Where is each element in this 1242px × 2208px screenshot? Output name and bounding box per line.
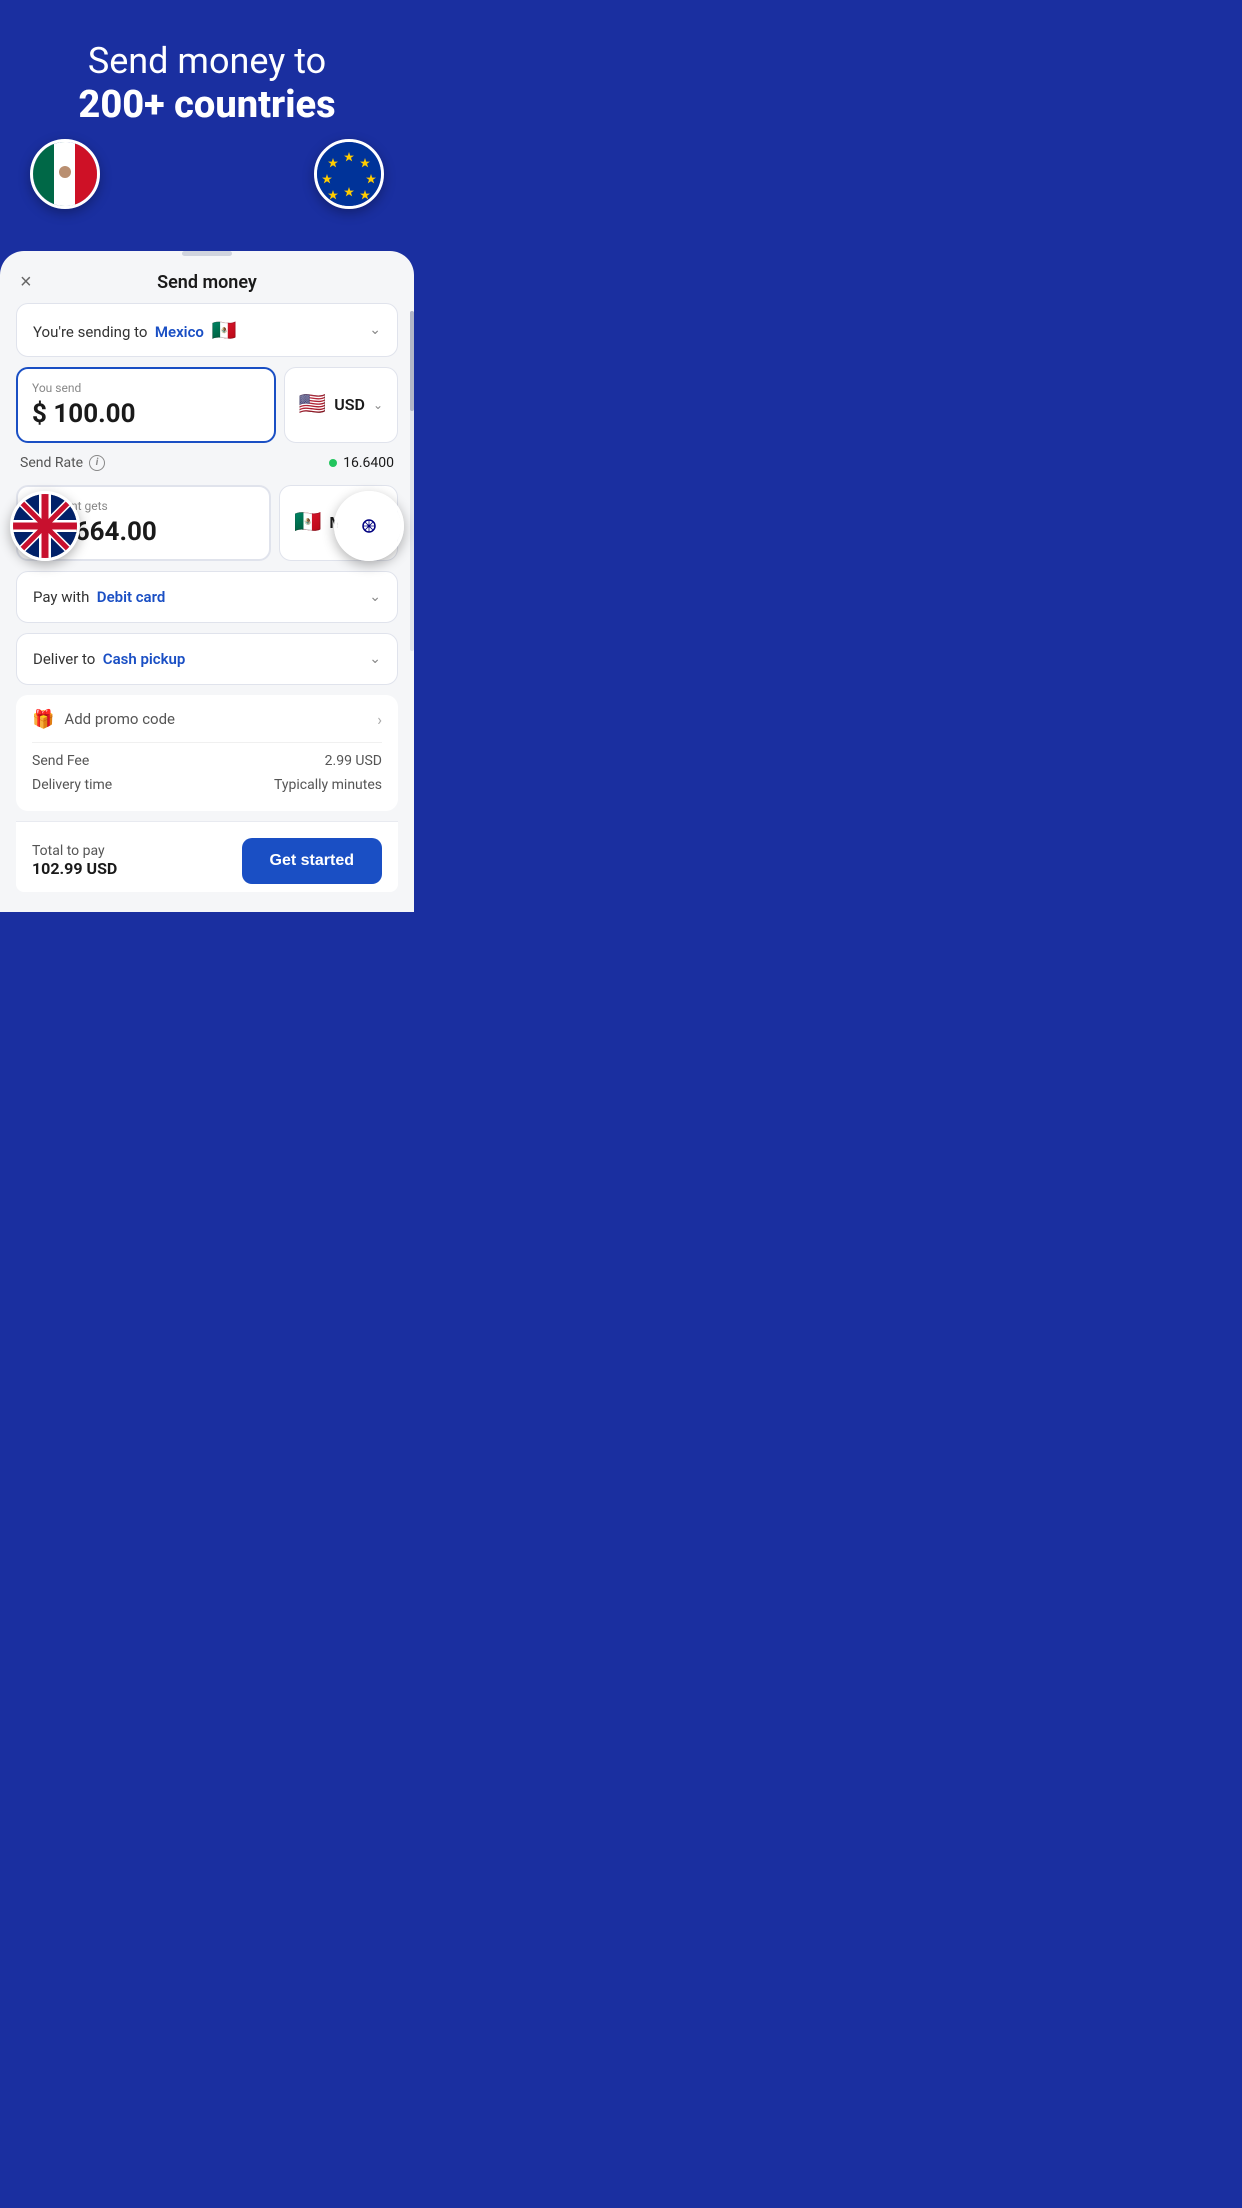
send-rate-value: 16.6400 — [329, 455, 394, 471]
send-fee-label: Send Fee — [32, 753, 89, 769]
deliver-to-selector[interactable]: Deliver to Cash pickup ⌄ — [16, 633, 398, 685]
chevron-down-icon: ⌄ — [369, 322, 381, 338]
destination-selector[interactable]: You're sending to Mexico 🇲🇽 ⌄ — [16, 303, 398, 357]
you-send-box[interactable]: You send $ 100.00 — [16, 367, 276, 443]
amount-row: You send $ 100.00 🇺🇸 USD ⌄ — [16, 367, 398, 443]
mexico-flag-top — [30, 139, 100, 209]
card-section-wrapper: × Send money You're sending to Mexico 🇲🇽… — [0, 251, 414, 912]
uk-flag-bottom — [10, 491, 80, 561]
hero-line1: Send money to — [20, 40, 394, 83]
gift-icon: 🎁 — [32, 709, 54, 730]
send-fee-row: Send Fee 2.99 USD — [32, 743, 382, 773]
recipient-currency-flag: 🇲🇽 — [294, 510, 321, 535]
get-started-button[interactable]: Get started — [242, 838, 382, 884]
delivery-time-row: Delivery time Typically minutes — [32, 773, 382, 797]
india-flag-bottom — [334, 491, 404, 561]
scrollbar-track[interactable] — [410, 311, 414, 651]
info-icon[interactable]: i — [89, 455, 105, 471]
delivery-time-label: Delivery time — [32, 777, 112, 793]
destination-country: Mexico — [155, 323, 204, 341]
pay-with-method: Debit card — [97, 588, 166, 606]
you-send-label: You send — [32, 381, 260, 395]
promo-fees-section: 🎁 Add promo code › Send Fee 2.99 USD Del… — [16, 695, 398, 811]
deliver-to-method: Cash pickup — [103, 650, 186, 668]
total-label: Total to pay — [32, 843, 117, 859]
send-money-card: × Send money You're sending to Mexico 🇲🇽… — [0, 251, 414, 912]
send-currency-chevron: ⌄ — [373, 398, 383, 412]
eu-flag-top — [314, 139, 384, 209]
card-body: You're sending to Mexico 🇲🇽 ⌄ You send $… — [0, 303, 414, 892]
send-currency-flag: 🇺🇸 — [299, 392, 326, 417]
promo-row[interactable]: 🎁 Add promo code › — [32, 709, 382, 743]
promo-label: Add promo code — [64, 710, 175, 728]
rate-green-dot — [329, 459, 337, 467]
hero-line2: 200+ countries — [20, 83, 394, 129]
you-send-amount: $ 100.00 — [32, 399, 260, 429]
deliver-to-chevron-icon: ⌄ — [369, 651, 381, 667]
total-section: Total to pay 102.99 USD — [32, 843, 117, 878]
send-currency-selector[interactable]: 🇺🇸 USD ⌄ — [284, 367, 398, 443]
deliver-to-label: Deliver to Cash pickup — [33, 650, 185, 668]
pay-with-label: Pay with Debit card — [33, 588, 165, 606]
card-header: × Send money — [0, 256, 414, 303]
destination-flag: 🇲🇽 — [212, 318, 237, 342]
pay-with-chevron-icon: ⌄ — [369, 589, 381, 605]
hero-section: Send money to 200+ countries — [0, 0, 414, 239]
close-button[interactable]: × — [20, 272, 32, 292]
page-wrapper: Send money to 200+ countries — [0, 0, 414, 912]
send-fee-value: 2.99 USD — [325, 753, 382, 769]
bottom-bar: Total to pay 102.99 USD Get started — [16, 821, 398, 892]
pay-with-selector[interactable]: Pay with Debit card ⌄ — [16, 571, 398, 623]
total-value: 102.99 USD — [32, 859, 117, 878]
scrollbar-thumb — [410, 311, 414, 411]
destination-label: You're sending to Mexico 🇲🇽 — [33, 318, 237, 342]
send-amount-section: You send $ 100.00 🇺🇸 USD ⌄ — [16, 367, 398, 443]
card-title: Send money — [157, 272, 257, 293]
send-rate-label: Send Rate i — [20, 455, 105, 471]
promo-chevron-icon: › — [377, 710, 382, 729]
promo-left: 🎁 Add promo code — [32, 709, 175, 730]
send-rate-row: Send Rate i 16.6400 — [16, 449, 398, 477]
top-flags-container — [20, 139, 394, 219]
send-currency-code: USD — [334, 395, 365, 414]
delivery-time-value: Typically minutes — [274, 777, 382, 793]
